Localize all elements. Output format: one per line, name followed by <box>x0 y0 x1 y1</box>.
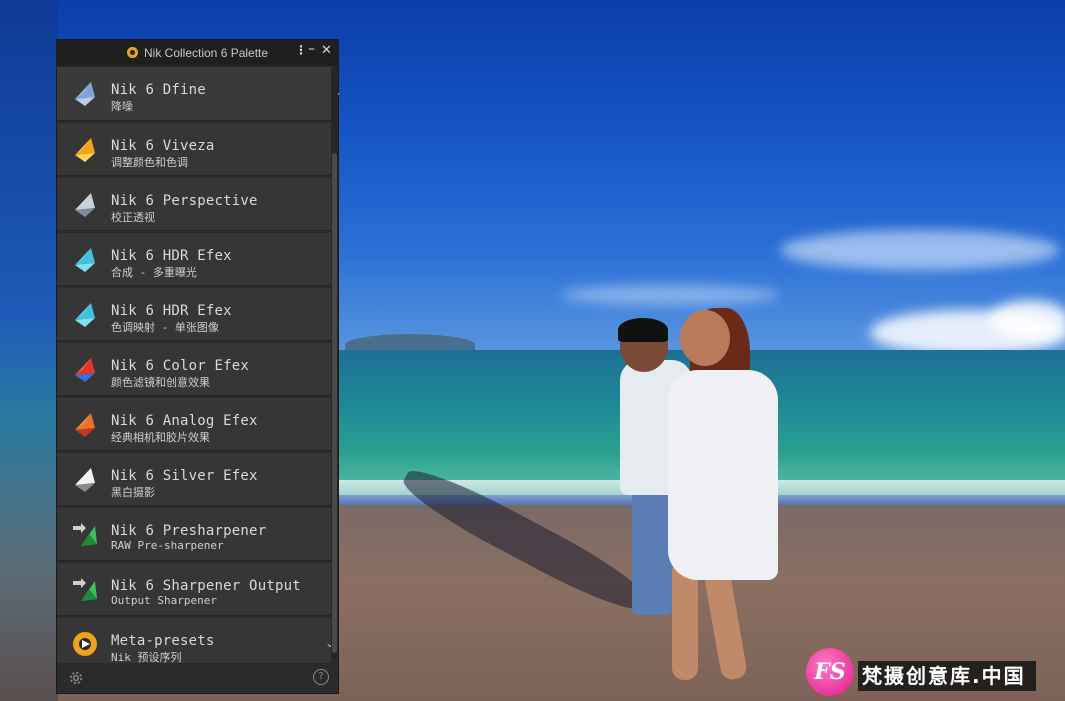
plugin-subtitle: 调整颜色和色调 <box>111 156 188 169</box>
sharpener-output-icon <box>73 578 97 601</box>
nik-logo-icon <box>127 47 138 58</box>
analog-efex-icon <box>75 413 95 437</box>
plugin-name: Nik 6 Viveza <box>111 138 215 154</box>
plugin-item[interactable]: Nik 6 Color Efex 颜色滤镜和创意效果 <box>57 343 331 396</box>
plugin-item[interactable]: Nik 6 HDR Efex 色调映射 - 单张图像 <box>57 288 331 341</box>
plugin-subtitle: 降噪 <box>111 100 133 113</box>
color-efex-icon <box>75 358 95 382</box>
palette-title: Nik Collection 6 Palette <box>144 46 269 60</box>
photo-left-edge <box>0 0 58 701</box>
man-figure <box>632 490 672 615</box>
plugin-name: Nik 6 Sharpener Output <box>111 578 301 594</box>
plugin-name: Nik 6 Analog Efex <box>111 413 258 429</box>
presharpener-icon <box>73 523 97 546</box>
help-icon[interactable]: ? <box>313 669 329 685</box>
plugin-subtitle: 黑白摄影 <box>111 486 155 499</box>
man-figure <box>618 318 668 342</box>
woman-figure <box>680 310 730 366</box>
palette-titlebar[interactable]: Nik Collection 6 Palette ⋮ – ✕ <box>57 40 338 66</box>
plugin-name: Nik 6 Dfine <box>111 82 206 98</box>
plugin-subtitle: RAW Pre-sharpener <box>111 539 224 552</box>
silver-efex-icon <box>75 468 95 492</box>
plugin-subtitle: Output Sharpener <box>111 594 217 607</box>
plugin-name: Nik 6 Silver Efex <box>111 468 258 484</box>
hdr-efex-icon <box>75 303 95 327</box>
plugin-subtitle: 校正透视 <box>111 211 155 224</box>
plugin-item[interactable]: Nik 6 Presharpener RAW Pre-sharpener <box>57 508 331 561</box>
perspective-icon <box>75 193 95 217</box>
plugin-list: Nik 6 Dfine降噪⌄Nik 6 Viveza调整颜色和色调Nik 6 P… <box>57 67 342 673</box>
cloud <box>990 300 1065 340</box>
plugin-subtitle: 经典相机和胶片效果 <box>111 431 210 444</box>
plugin-item[interactable]: Nik 6 Sharpener Output Output Sharpener <box>57 563 331 616</box>
plugin-subtitle: 色调映射 - 单张图像 <box>111 321 219 334</box>
plugin-name: Nik 6 HDR Efex <box>111 303 232 319</box>
plugin-name: Nik 6 HDR Efex <box>111 248 232 264</box>
scrollbar-thumb[interactable] <box>332 153 337 653</box>
cloud <box>560 285 780 305</box>
kebab-icon[interactable]: ⋮ <box>295 43 307 57</box>
plugin-subtitle: 合成 - 多重曝光 <box>111 266 197 279</box>
plugin-name: Nik 6 Perspective <box>111 193 258 209</box>
plugin-name: Meta-presets <box>111 633 215 649</box>
cloud <box>780 230 1060 270</box>
plugin-item[interactable]: Nik 6 Analog Efex 经典相机和胶片效果 <box>57 398 331 451</box>
gear-icon[interactable] <box>67 669 85 687</box>
plugin-subtitle: 颜色滤镜和创意效果 <box>111 376 210 389</box>
hdr-efex-icon <box>75 248 95 272</box>
plugin-name: Nik 6 Presharpener <box>111 523 267 539</box>
dfine-icon <box>75 82 95 106</box>
meta-presets-icon <box>73 632 97 656</box>
minimize-icon[interactable]: – <box>308 41 315 57</box>
plugin-item[interactable]: Nik 6 Dfine降噪⌄ <box>57 67 342 121</box>
nik-palette-window: Nik Collection 6 Palette ⋮ – ✕ Nik 6 Dfi… <box>56 39 342 694</box>
viveza-icon <box>75 138 95 162</box>
plugin-item[interactable]: Nik 6 Viveza 调整颜色和色调 <box>57 123 331 176</box>
plugin-item[interactable]: Nik 6 Silver Efex 黑白摄影 <box>57 453 331 506</box>
plugin-item[interactable]: Nik 6 HDR Efex 合成 - 多重曝光 <box>57 233 331 286</box>
watermark-text: 梵摄创意库.中国 <box>858 661 1036 691</box>
plugin-name: Nik 6 Color Efex <box>111 358 250 374</box>
plugin-item[interactable]: Nik 6 Perspective 校正透视 <box>57 178 331 231</box>
palette-footer: ? <box>57 663 338 693</box>
woman-figure <box>668 370 778 580</box>
watermark-logo: FS <box>806 648 854 696</box>
close-icon[interactable]: ✕ <box>321 43 332 58</box>
